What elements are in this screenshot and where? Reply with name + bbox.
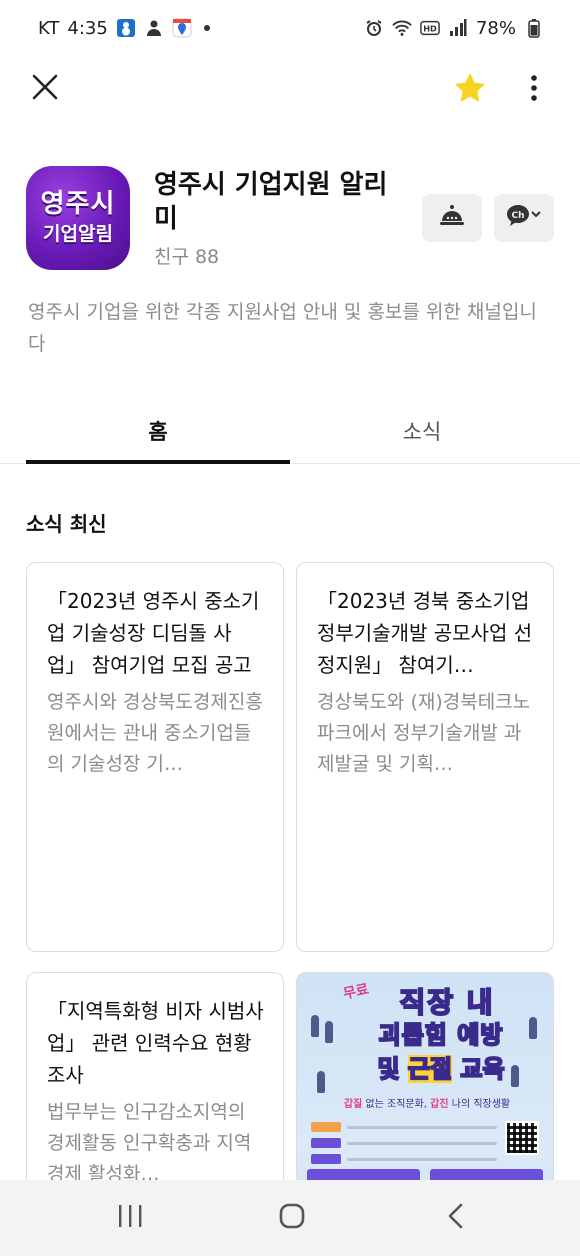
person-icon bbox=[144, 18, 164, 38]
tab-home[interactable]: 홈 bbox=[26, 398, 290, 464]
poster-headline-2: 괴롭힘 예방 bbox=[378, 1020, 504, 1050]
svg-text:HD: HD bbox=[423, 24, 437, 34]
hd-icon: HD bbox=[420, 18, 440, 38]
carrier-label: KT bbox=[38, 17, 60, 39]
notification-dot bbox=[203, 25, 210, 31]
poster-headline-3-highlight: 근절 bbox=[407, 1054, 453, 1084]
channel-chat-button[interactable]: Ch bbox=[494, 194, 554, 242]
home-button[interactable] bbox=[262, 1198, 322, 1238]
poster-figure bbox=[529, 1017, 537, 1039]
channel-name: 영주시 기업지원 알리미 bbox=[154, 170, 388, 234]
system-nav-bar bbox=[0, 1180, 580, 1256]
notification-button[interactable] bbox=[422, 194, 482, 242]
poster-figure bbox=[317, 1071, 325, 1093]
tab-news[interactable]: 소식 bbox=[290, 398, 554, 464]
section-title: 소식 최신 bbox=[26, 512, 107, 536]
channel-chat-icon: Ch bbox=[506, 203, 542, 233]
tab-bar: 홈 소식 bbox=[0, 398, 580, 464]
top-bar bbox=[0, 56, 580, 122]
poster-sub-highlight: 갑진 bbox=[430, 1099, 449, 1110]
friends-label: 친구 bbox=[154, 246, 189, 268]
friends-number: 88 bbox=[194, 246, 220, 268]
news-card-title: 「2023년 경북 중소기업 정부기술개발 공모사업 선정지원」 참여기… bbox=[317, 589, 533, 677]
status-left: KT 4:35 bbox=[38, 18, 210, 39]
more-vertical-icon bbox=[530, 74, 538, 106]
poster-info-row bbox=[311, 1135, 497, 1151]
poster-info-block bbox=[311, 1119, 497, 1167]
channel-profile: 영주시 기업알림 영주시 기업지원 알리미 친구 88 Ch bbox=[26, 164, 556, 274]
close-icon bbox=[31, 73, 59, 105]
status-bar: KT 4:35 HD 78% bbox=[0, 0, 580, 56]
friends-count: 친구 88 bbox=[154, 242, 219, 269]
notification-bell-icon bbox=[439, 204, 465, 232]
poster-sub-middle: 없는 조직문화, bbox=[362, 1099, 431, 1110]
poster-figure bbox=[511, 1065, 519, 1087]
poster-figure bbox=[325, 1021, 333, 1043]
poster-headline-3-suffix: 교육 bbox=[452, 1054, 505, 1084]
news-card-summary: 경상북도와 (재)경북테크노파크에서 정부기술개발 과제발굴 및 기획… bbox=[317, 691, 531, 775]
active-tab-indicator bbox=[26, 460, 290, 464]
more-options-button[interactable] bbox=[516, 70, 552, 110]
battery-percent: 78% bbox=[475, 17, 516, 39]
status-right: HD 78% bbox=[364, 18, 544, 39]
poster-sub-suffix: 나의 직장생활 bbox=[448, 1099, 511, 1110]
poster-figure bbox=[311, 1015, 319, 1037]
back-button[interactable] bbox=[426, 1198, 486, 1238]
poster-sub-prefix: 갑질 bbox=[343, 1099, 363, 1110]
location-app-icon bbox=[172, 18, 192, 38]
poster-qr-code bbox=[505, 1121, 539, 1155]
recent-apps-icon bbox=[116, 1203, 144, 1233]
logo-text-line1: 영주시 bbox=[40, 189, 116, 220]
chat-label: Ch bbox=[511, 211, 524, 221]
signal-icon bbox=[448, 18, 468, 38]
poster-info-row bbox=[311, 1119, 497, 1135]
news-card-summary: 법무부는 인구감소지역의 경제활동 인구확충과 지역경제 활성화… bbox=[47, 1101, 252, 1185]
home-icon bbox=[278, 1202, 306, 1234]
news-card[interactable]: 「2023년 경북 중소기업 정부기술개발 공모사업 선정지원」 참여기… 경상… bbox=[296, 562, 554, 952]
favorite-button[interactable] bbox=[450, 70, 490, 110]
news-card-title: 「2023년 영주시 중소기업 기술성장 디딤돌 사업」 참여기업 모집 공고 bbox=[47, 589, 260, 677]
snowman-icon bbox=[116, 18, 136, 38]
logo-text-line2: 기업알림 bbox=[43, 222, 113, 245]
wifi-icon bbox=[392, 18, 412, 38]
back-icon bbox=[446, 1202, 466, 1234]
battery-icon bbox=[524, 18, 544, 38]
poster-info-row bbox=[311, 1151, 497, 1167]
star-icon bbox=[453, 71, 487, 109]
poster-headline-3-prefix: 및 bbox=[376, 1054, 408, 1084]
recent-apps-button[interactable] bbox=[100, 1198, 160, 1238]
poster-subtitle: 갑질 없는 조직문화, 갑진 나의 직장생활 bbox=[337, 1095, 517, 1110]
channel-logo: 영주시 기업알림 bbox=[26, 166, 130, 270]
channel-description: 영주시 기업을 위한 각종 지원사업 안내 및 홍보를 위한 채널입니다 bbox=[28, 301, 537, 355]
close-button[interactable] bbox=[26, 70, 64, 108]
news-card[interactable]: 「2023년 영주시 중소기업 기술성장 디딤돌 사업」 참여기업 모집 공고 … bbox=[26, 562, 284, 952]
news-card-title: 「지역특화형 비자 시범사업」 관련 인력수요 현황조사 bbox=[47, 999, 264, 1087]
alarm-icon bbox=[364, 18, 384, 38]
clock: 4:35 bbox=[67, 17, 108, 39]
news-card-summary: 영주시와 경상북도경제진흥원에서는 관내 중소기업들의 기술성장 기… bbox=[47, 691, 263, 775]
